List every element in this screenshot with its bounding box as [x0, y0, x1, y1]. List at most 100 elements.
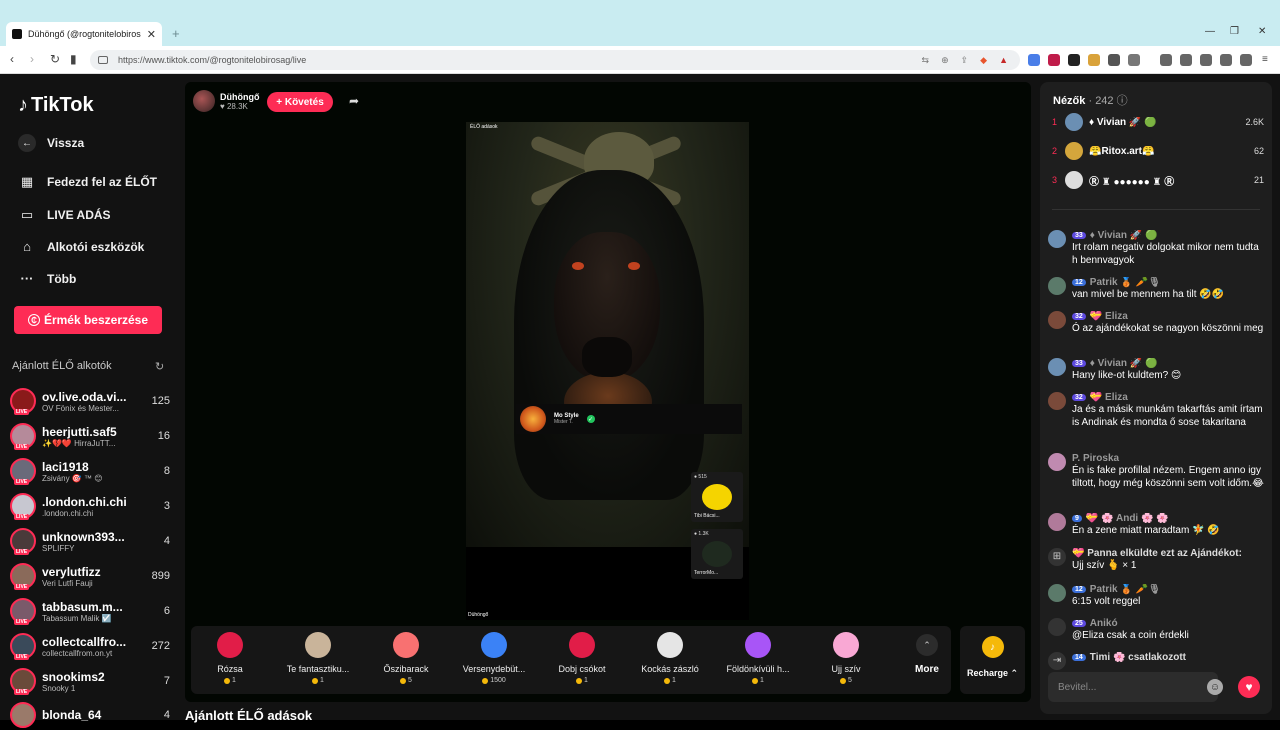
- translate-icon[interactable]: ⇆: [922, 55, 930, 66]
- top-viewer-row[interactable]: 3 Ⓡ ♜ ●●●●●● ♜ Ⓡ 21: [1052, 170, 1264, 190]
- nav-back[interactable]: ← Vissza: [18, 134, 84, 152]
- nav-more[interactable]: ··· Több: [18, 271, 77, 286]
- kiss-icon: [569, 632, 595, 658]
- heart-like-icon[interactable]: ♥: [1238, 676, 1260, 698]
- menu-icon[interactable]: ≡: [1262, 54, 1274, 66]
- creator-item[interactable]: LIVE snookims2 Snooky 1 7: [10, 666, 170, 696]
- chat-message[interactable]: 9 💝 🌸 Andi 🌸 🌸 Én a zene miatt maradtam 🧚 …: [1048, 513, 1266, 537]
- tab-close-icon[interactable]: ✕: [147, 28, 156, 41]
- follow-button[interactable]: + Követés: [267, 92, 333, 112]
- gift-item[interactable]: Kockás zászló 1: [631, 632, 709, 684]
- guest-minicard[interactable]: ● 515 Tibi Bácsi...: [691, 472, 743, 522]
- creator-item[interactable]: LIVE collectcallfro... collectcallfrom.on…: [10, 631, 170, 661]
- message-header: 12 Patrik 🥉 🥕🎙: [1072, 584, 1266, 595]
- emoji-icon[interactable]: ☺: [1207, 679, 1223, 695]
- extension-x-icon[interactable]: [1048, 54, 1060, 66]
- share-icon[interactable]: ➦: [349, 94, 359, 108]
- host-name[interactable]: Dühöngő: [220, 92, 260, 102]
- nav-creator-label: Alkotói eszközök: [47, 239, 145, 254]
- zoom-icon[interactable]: ⊕: [941, 55, 949, 66]
- back-nav-icon[interactable]: ‹: [10, 52, 14, 66]
- chat-message[interactable]: 32 💝 Eliza Ja és a másik munkám takarftás …: [1048, 392, 1266, 429]
- more-gifts-button[interactable]: ⌃ More: [904, 634, 950, 675]
- creator-item[interactable]: LIVE laci1918 Zsivány 🎯 ™ 😊 8: [10, 456, 170, 486]
- coin-icon: [482, 677, 489, 684]
- vpn-icon[interactable]: [1240, 54, 1252, 66]
- gift-item[interactable]: Ujj szív 5: [807, 632, 885, 684]
- chat-input[interactable]: Bevitel...: [1048, 672, 1218, 702]
- leo-icon[interactable]: [1220, 54, 1232, 66]
- viewer-count: 7: [163, 675, 170, 687]
- site-info-icon[interactable]: [98, 56, 108, 64]
- info-icon[interactable]: ⓘ: [1117, 95, 1128, 107]
- gift-message[interactable]: ⊞ 💝 Panna elküldte ezt az Ajándékot: Ujj …: [1048, 548, 1266, 572]
- host-info[interactable]: Dühöngő ♥ 28.3K: [193, 90, 260, 112]
- chat-message[interactable]: 12 Patrik 🥉 🥕🎙 van mivel be mennem ha tilt…: [1048, 277, 1266, 301]
- guest-overlay[interactable]: Mo Style Mister T. ✓: [516, 404, 742, 434]
- creator-item[interactable]: LIVE ov.live.oda.vi... OV Fönix és Mester…: [10, 386, 170, 416]
- extension-translate-icon[interactable]: [1028, 54, 1040, 66]
- maximize-button[interactable]: ❐: [1230, 26, 1239, 37]
- refresh-icon[interactable]: ↻: [155, 360, 164, 373]
- gift-item[interactable]: Földönkívüli h... 1: [719, 632, 797, 684]
- gift-item[interactable]: Dobj csókot 1: [543, 632, 621, 684]
- viewers-count: · 242: [1088, 95, 1114, 107]
- get-coins-button[interactable]: ₵ Érmék beszerzése: [14, 306, 162, 334]
- address-bar[interactable]: https://www.tiktok.com/@rogtonitelobiros…: [90, 50, 1020, 70]
- chat-message[interactable]: 33 ♦ Vivian 🚀 🟢 Irt rolam negativ dolgokat…: [1048, 230, 1266, 267]
- reload-icon[interactable]: ↻: [50, 52, 60, 66]
- creator-item[interactable]: LIVE tabbasum.m... Tabassum Malik ☑️ 6: [10, 596, 170, 626]
- extension-dark-icon[interactable]: [1068, 54, 1080, 66]
- nav-creator-tools[interactable]: ⌂ Alkotói eszközök: [18, 239, 144, 254]
- video-player[interactable]: ÉLŐ adások Dühöngő Mo Style Mister T. ✓ …: [466, 122, 749, 620]
- new-tab-button[interactable]: +: [172, 26, 180, 41]
- share-page-icon[interactable]: ⇪: [961, 55, 969, 66]
- recharge-button[interactable]: ♪ Recharge ⌃: [960, 626, 1025, 694]
- wallet-icon[interactable]: [1200, 54, 1212, 66]
- creator-item[interactable]: LIVE .london.chi.chi .london.chi.chi 3: [10, 491, 170, 521]
- minimize-button[interactable]: —: [1205, 26, 1215, 37]
- extension-puzzle-icon[interactable]: [1108, 54, 1120, 66]
- message-user: 💝 🌸 Andi 🌸 🌸: [1085, 513, 1169, 524]
- gift-item[interactable]: Te fantasztiku... 1: [279, 632, 357, 684]
- chat-message[interactable]: 32 💝 Eliza Ó az ajándékokat se nagyon kösz…: [1048, 311, 1266, 335]
- gift-item[interactable]: Őszibarack 5: [367, 632, 445, 684]
- extension-box-icon[interactable]: [1128, 54, 1140, 66]
- gift-item[interactable]: Versenydebüt... 1500: [455, 632, 533, 684]
- creator-item[interactable]: LIVE verylutfizz Veri Lutfi Fauji 899: [10, 561, 170, 591]
- avatar: [1048, 311, 1066, 329]
- bookmark-icon[interactable]: ▮: [70, 52, 77, 66]
- creator-item[interactable]: LIVE unknown393... SPLIFFY 4: [10, 526, 170, 556]
- guest-minicard[interactable]: ● 1.3K TerrorMo...: [691, 529, 743, 579]
- forward-nav-icon[interactable]: ›: [30, 52, 34, 66]
- level-badge: 33: [1072, 232, 1086, 239]
- sidebar-icon[interactable]: [1180, 54, 1192, 66]
- tiktok-logo[interactable]: ♪ TikTok: [18, 94, 94, 117]
- top-viewer-row[interactable]: 1 ♦ Vivian 🚀 🟢 2.6K: [1052, 112, 1264, 132]
- dog-eye: [572, 262, 584, 270]
- browser-tab[interactable]: Dühöngő (@rogtonitelobiros ✕: [6, 22, 162, 46]
- gift-item[interactable]: Rózsa 1: [191, 632, 269, 684]
- message-header: 9 💝 🌸 Andi 🌸 🌸: [1072, 513, 1266, 524]
- creator-item[interactable]: blonda_64 4: [10, 700, 170, 730]
- chat-message[interactable]: 25 Anikó @Eliza csak a coin érdekli: [1048, 618, 1266, 642]
- message-user: Anikó: [1089, 618, 1118, 629]
- rewards-icon[interactable]: ▲: [999, 55, 1008, 65]
- join-icon: ⇥: [1048, 652, 1066, 670]
- chat-message[interactable]: 33 ♦ Vivian 🚀 🟢 Hany like-ot kuldtem? 😊: [1048, 358, 1266, 382]
- level-badge: 14: [1072, 654, 1086, 661]
- avatar: [1065, 142, 1083, 160]
- chat-message[interactable]: P. Piroska Én is fake profillal nézem. En…: [1048, 453, 1266, 490]
- host-avatar[interactable]: [193, 90, 215, 112]
- top-viewer-row[interactable]: 2 😤Ritox.art😤 62: [1052, 141, 1264, 161]
- nav-explore-live[interactable]: ▦ Fedezd fel az ÉLŐT: [18, 174, 157, 190]
- message-user: 💝 Eliza: [1089, 311, 1128, 322]
- browser-toolbar: ‹ › ↻ ▮ https://www.tiktok.com/@rogtonit…: [0, 46, 1280, 74]
- nav-live-studio[interactable]: ▭ LIVE ADÁS: [18, 207, 111, 223]
- brave-shield-icon[interactable]: ◆: [980, 55, 987, 66]
- creator-item[interactable]: LIVE heerjutti.saf5 ✨💔❤️ HirraJuTT... 16: [10, 421, 170, 451]
- media-icon[interactable]: [1160, 54, 1172, 66]
- chat-message[interactable]: 12 Patrik 🥉 🥕🎙 6:15 volt reggel: [1048, 584, 1266, 608]
- close-window-button[interactable]: ✕: [1258, 26, 1266, 37]
- extension-colorful-icon[interactable]: [1088, 54, 1100, 66]
